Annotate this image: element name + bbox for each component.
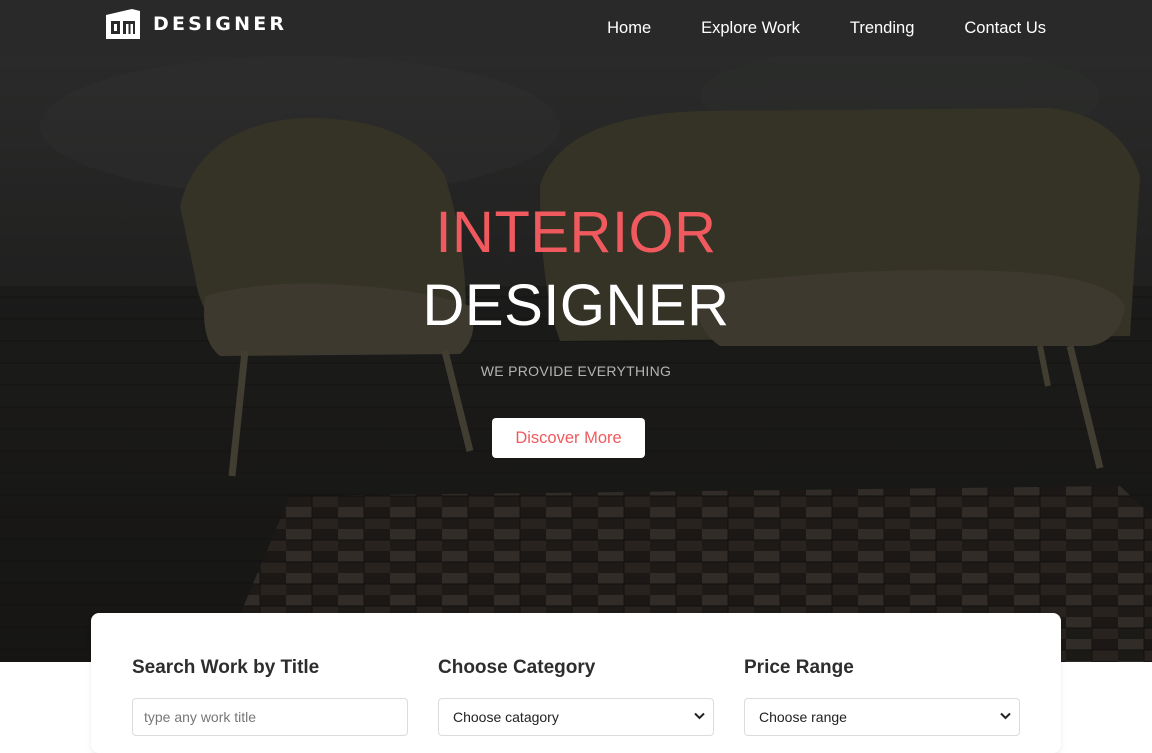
brand-name: DESIGNER	[153, 13, 288, 35]
main-nav: Home Explore Work Trending Contact Us	[557, 0, 1046, 56]
top-navbar: DESIGNER Home Explore Work Trending Cont…	[0, 0, 1152, 56]
hero-title-line2: DESIGNER	[422, 273, 730, 338]
brand-logo[interactable]: DESIGNER	[106, 9, 287, 39]
nav-link-contact-us[interactable]: Contact Us	[964, 19, 1046, 38]
nav-link-home[interactable]: Home	[607, 19, 651, 38]
category-select[interactable]: Choose catagory	[438, 698, 714, 736]
hero-subtitle: WE PROVIDE EVERYTHING	[480, 363, 672, 379]
nav-link-trending[interactable]: Trending	[850, 19, 915, 38]
category-select-value: Choose catagory	[453, 709, 559, 725]
price-range-select[interactable]: Choose range	[744, 698, 1020, 736]
category-label: Choose Category	[438, 657, 596, 678]
search-filter-card: Search Work by Title Choose Category Cho…	[91, 613, 1061, 753]
nav-link-explore-work[interactable]: Explore Work	[701, 19, 800, 38]
chevron-down-icon	[1000, 712, 1011, 720]
price-range-select-value: Choose range	[759, 709, 847, 725]
search-title-input[interactable]	[132, 698, 408, 736]
chevron-down-icon	[694, 712, 705, 720]
search-title-label: Search Work by Title	[132, 657, 320, 678]
hero-content: INTERIOR DESIGNER WE PROVIDE EVERYTHING …	[0, 56, 1152, 662]
dm-logo-icon	[106, 9, 140, 39]
price-range-label: Price Range	[744, 657, 854, 678]
discover-more-button[interactable]: Discover More	[492, 418, 645, 458]
hero-section: INTERIOR DESIGNER WE PROVIDE EVERYTHING …	[0, 56, 1152, 662]
hero-title-line1: INTERIOR	[435, 200, 717, 265]
